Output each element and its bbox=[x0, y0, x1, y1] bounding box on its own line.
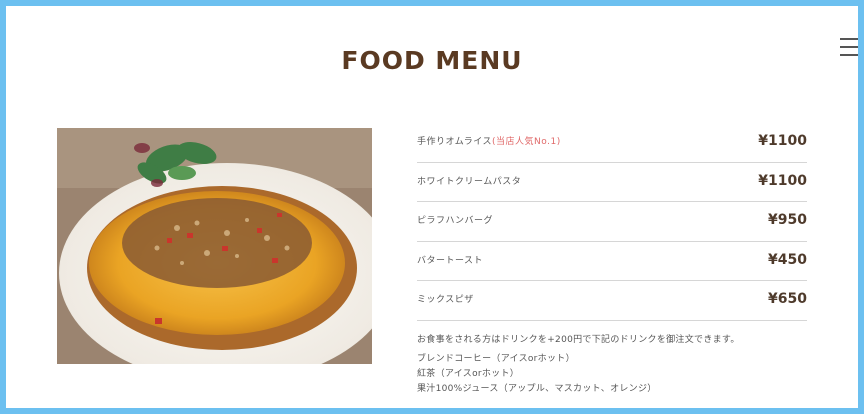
drink-note: お食事をされる方はドリンクを+200円で下記のドリンクを御注文できます。 bbox=[417, 335, 740, 345]
menu-item: ミックスピザ ¥650 bbox=[417, 281, 807, 321]
menu-item-price: ¥1100 bbox=[758, 172, 807, 189]
menu-item: ピラフハンバーグ ¥950 bbox=[417, 202, 807, 242]
menu-list: 手作りオムライス(当店人気No.1) ¥1100 ホワイトクリームパスタ ¥11… bbox=[417, 123, 807, 321]
drink-item: ブレンドコーヒー（アイスorホット） bbox=[417, 354, 575, 364]
menu-item-price: ¥1100 bbox=[758, 133, 807, 149]
page: FOOD MENU 手作りオムライス(当店人気No.1) ¥1100 ホワイトク… bbox=[6, 6, 858, 408]
menu-item: ホワイトクリームパスタ ¥1100 bbox=[417, 163, 807, 202]
menu-item-highlight: (当店人気No.1) bbox=[492, 137, 561, 147]
menu-item-price: ¥450 bbox=[768, 251, 807, 268]
menu-item-name: ミックスピザ bbox=[417, 295, 474, 305]
drink-item: 果汁100%ジュース（アップル、マスカット、オレンジ） bbox=[417, 384, 657, 394]
page-title: FOOD MENU bbox=[341, 46, 523, 75]
menu-item: バタートースト ¥450 bbox=[417, 242, 807, 281]
drink-item: 紅茶（アイスorホット） bbox=[417, 369, 520, 379]
menu-item: 手作りオムライス(当店人気No.1) ¥1100 bbox=[417, 123, 807, 163]
menu-item-name: ピラフハンバーグ bbox=[417, 216, 494, 226]
omurice-photo bbox=[57, 128, 372, 364]
menu-item-name: 手作りオムライス(当店人気No.1) bbox=[417, 134, 561, 147]
menu-item-name: バタートースト bbox=[417, 255, 484, 266]
menu-item-name: ホワイトクリームパスタ bbox=[417, 176, 522, 187]
drink-list: ブレンドコーヒー（アイスorホット） 紅茶（アイスorホット） 果汁100%ジュ… bbox=[417, 352, 657, 397]
menu-item-price: ¥650 bbox=[768, 291, 807, 307]
menu-item-name-text: 手作りオムライス bbox=[417, 137, 493, 147]
omurice-image bbox=[57, 128, 372, 364]
menu-item-price: ¥950 bbox=[768, 212, 807, 228]
